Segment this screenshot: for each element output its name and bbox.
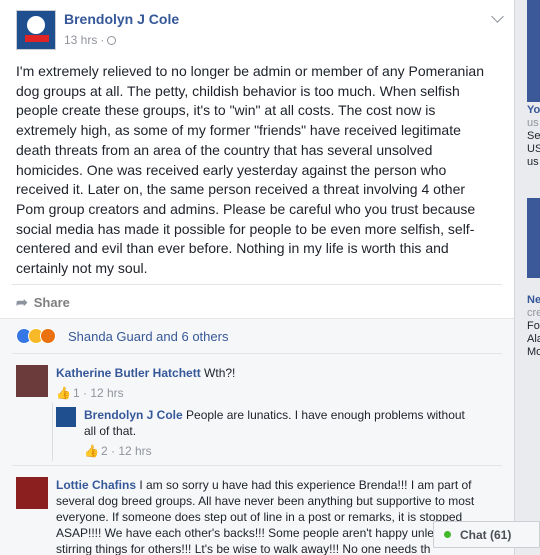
share-label: Share — [33, 295, 70, 310]
comment-likes[interactable]: 1 — [73, 386, 80, 400]
comment-time[interactable]: 12 hrs — [118, 444, 151, 458]
comment-body: Lottie Chafins I am so sorry u have had … — [56, 477, 496, 555]
post-text: I'm extremely relieved to no longer be a… — [16, 63, 485, 277]
action-bar: ➦ Share — [12, 284, 502, 319]
comment-body: Katherine Butler Hatchett Wth?! 👍 1 · 12 … — [56, 365, 496, 401]
reactions-names[interactable]: Shanda Guard and 6 others — [68, 329, 228, 344]
ad-text[interactable]: Yo us Se US us — [527, 104, 540, 169]
ad-image[interactable] — [527, 198, 540, 278]
commenter-avatar[interactable] — [16, 365, 48, 397]
author-name[interactable]: Brendolyn J Cole — [64, 11, 179, 27]
chat-label: Chat (61) — [460, 528, 512, 542]
globe-icon[interactable] — [107, 36, 117, 45]
comment-text: Wth?! — [204, 366, 236, 380]
ad-text[interactable]: Ne cre Fo Ala Mo — [527, 294, 540, 359]
angry-reaction-icon — [40, 328, 56, 344]
comment: Lottie Chafins I am so sorry u have had … — [16, 477, 496, 555]
reply-thread-line — [52, 403, 53, 461]
author-avatar[interactable] — [16, 10, 56, 50]
thumbs-up-icon[interactable]: 👍 — [56, 385, 71, 401]
divider — [12, 353, 502, 354]
post-header: Brendolyn J Cole 13 hrs · — [16, 10, 506, 54]
comment-meta: 👍 2 · 12 hrs — [84, 443, 152, 459]
thumbs-up-icon[interactable]: 👍 — [84, 443, 99, 459]
share-icon: ➦ — [16, 294, 28, 310]
meta-separator: · — [100, 33, 105, 47]
comment-likes[interactable]: 2 — [101, 444, 108, 458]
chat-bar[interactable]: Chat (61) — [433, 521, 540, 548]
commenter-avatar[interactable] — [56, 407, 76, 427]
right-column: Yo us Se US us Ne cre Fo Ala Mo — [520, 0, 540, 520]
share-button[interactable]: ➦ Share — [16, 294, 70, 311]
commenter-name[interactable]: Lottie Chafins — [56, 478, 136, 492]
post-time[interactable]: 13 hrs — [64, 33, 97, 47]
logo-bar — [25, 35, 49, 42]
comments-area: Shanda Guard and 6 others Katherine Butl… — [0, 318, 514, 555]
divider — [12, 465, 502, 466]
dog-icon — [27, 16, 45, 34]
online-status-icon — [444, 531, 451, 538]
comment: Katherine Butler Hatchett Wth?! 👍 1 · 12 … — [16, 365, 496, 405]
chevron-down-icon[interactable] — [491, 10, 504, 23]
comment-time[interactable]: 12 hrs — [90, 386, 123, 400]
comment-body: Brendolyn J Cole People are lunatics. I … — [84, 407, 476, 459]
commenter-name[interactable]: Brendolyn J Cole — [84, 408, 183, 422]
commenter-name[interactable]: Katherine Butler Hatchett — [56, 366, 201, 380]
post-card: Brendolyn J Cole 13 hrs · I'm extremely r… — [0, 0, 515, 555]
comment-meta: 👍 1 · 12 hrs — [56, 385, 124, 401]
ad-image[interactable] — [527, 0, 540, 102]
commenter-avatar[interactable] — [16, 477, 48, 509]
reply-comment: Brendolyn J Cole People are lunatics. I … — [56, 407, 476, 459]
post-meta: 13 hrs · — [64, 33, 117, 47]
